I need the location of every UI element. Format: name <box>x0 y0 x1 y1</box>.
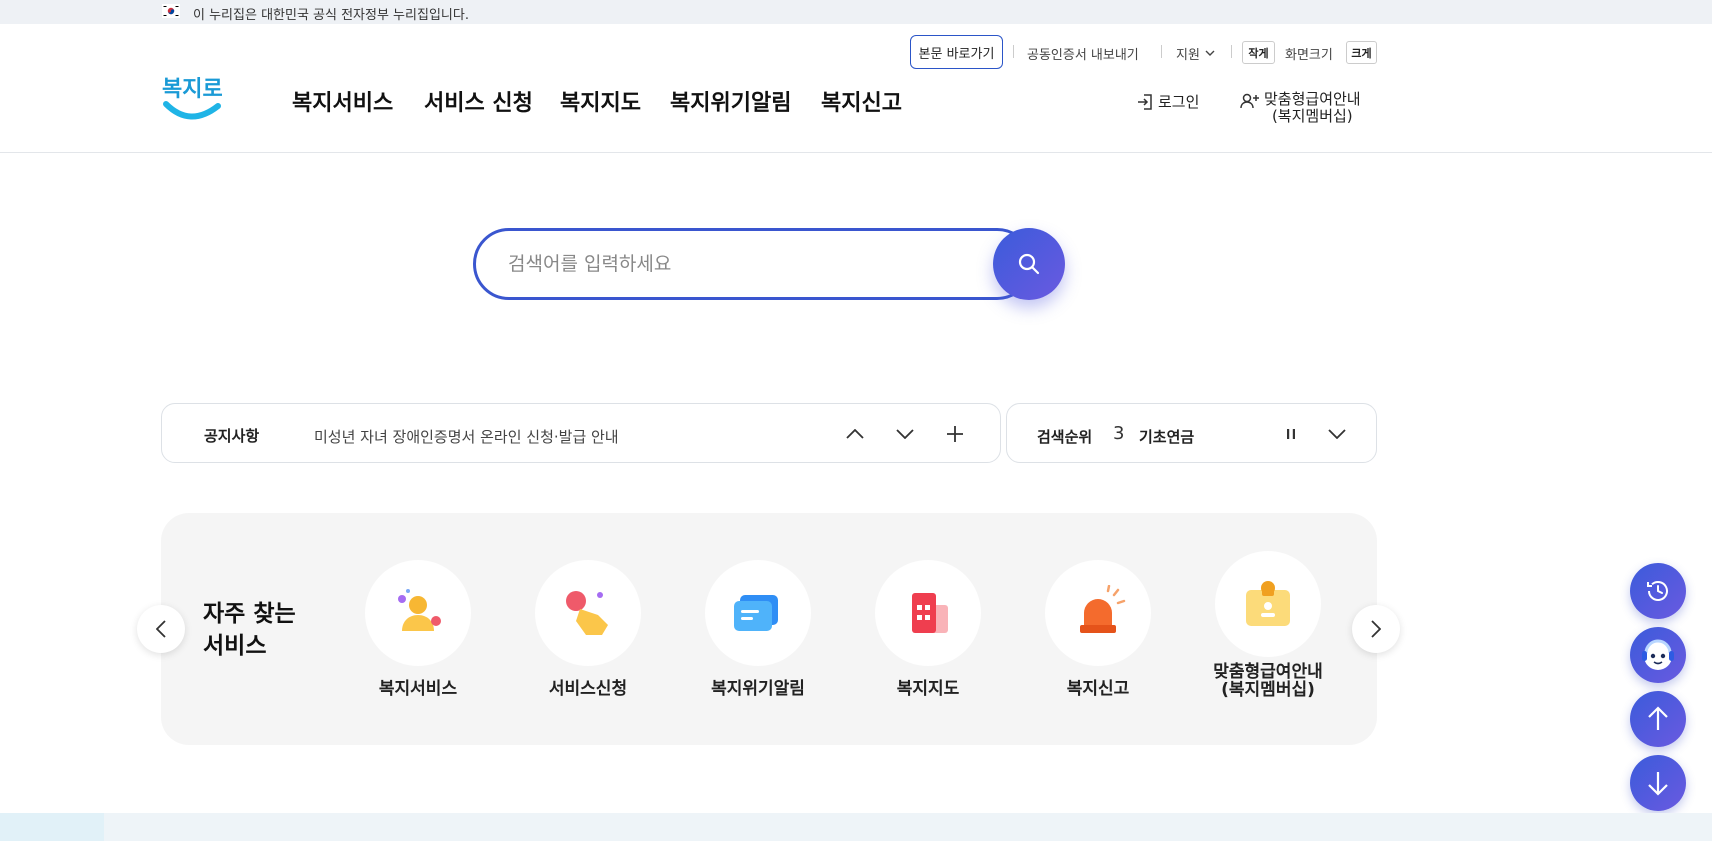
notice-prev-button[interactable] <box>841 420 869 448</box>
rank-expand-button[interactable] <box>1323 420 1351 448</box>
notice-next-button[interactable] <box>891 420 919 448</box>
plus-icon <box>947 426 963 442</box>
font-large-button[interactable]: 크게 <box>1346 41 1377 64</box>
gov-banner-text: 이 누리집은 대한민국 공식 전자정부 누리집입니다. <box>193 8 469 23</box>
divider <box>1161 45 1162 58</box>
font-small-button[interactable]: 작게 <box>1242 41 1275 64</box>
service-icon-circle <box>875 560 981 666</box>
service-name: 맞춤형급여안내 (복지멤버십) <box>1198 663 1338 699</box>
cert-export-link[interactable]: 공동인증서 내보내기 <box>1027 44 1139 63</box>
service-icon-circle <box>535 560 641 666</box>
support-label: 지원 <box>1176 48 1200 63</box>
service-icon-circle <box>1045 560 1151 666</box>
next-section-band <box>0 813 1712 841</box>
nav-crisis-alert[interactable]: 복지위기알림 <box>670 85 791 117</box>
chevron-down-icon <box>1205 50 1215 56</box>
badge-icon <box>1246 581 1290 626</box>
service-icon-circle <box>705 560 811 666</box>
service-membership[interactable]: 맞춤형급여안내 (복지멤버십) <box>1198 551 1338 699</box>
search-input[interactable] <box>508 249 948 279</box>
add-user-icon <box>1240 93 1259 109</box>
service-name: 복지신고 <box>1066 679 1130 699</box>
frequent-title-line2: 서비스 <box>203 633 267 659</box>
frequent-services-title: 자주 찾는 서비스 <box>203 598 296 662</box>
service-apply[interactable]: 서비스신청 <box>518 560 658 698</box>
chevron-down-icon <box>1328 429 1346 439</box>
skip-to-content-button[interactable]: 본문 바로가기 <box>910 35 1003 69</box>
notice-label: 공지사항 <box>204 427 260 445</box>
search-icon <box>1018 253 1040 275</box>
arrow-up-icon <box>1648 706 1668 730</box>
nav-welfare-map[interactable]: 복지지도 <box>560 85 641 117</box>
scroll-top-button[interactable] <box>1630 691 1686 747</box>
carousel-prev-button[interactable] <box>137 605 185 653</box>
membership-label-1: 맞춤형급여안내 <box>1264 90 1361 108</box>
chatbot-icon <box>1642 639 1674 670</box>
notice-item[interactable]: 미성년 자녀 장애인증명서 온라인 신청·발급 안내 <box>314 426 619 447</box>
divider <box>1013 45 1014 58</box>
font-size-label: 화면크기 <box>1285 48 1333 63</box>
service-name: 복지서비스 <box>378 679 458 699</box>
service-welfare[interactable]: 복지서비스 <box>348 560 488 698</box>
message-icon <box>734 595 778 631</box>
chevron-right-icon <box>1371 620 1381 638</box>
chevron-up-icon <box>846 429 864 439</box>
service-name-line2: (복지멤버십) <box>1221 680 1315 700</box>
nav-service-apply[interactable]: 서비스 신청 <box>424 85 533 117</box>
chevron-left-icon <box>156 620 166 638</box>
person-icon <box>398 589 441 631</box>
frequent-title-line1: 자주 찾는 <box>203 601 296 627</box>
recent-history-button[interactable] <box>1630 563 1686 619</box>
arrow-down-icon <box>1648 772 1668 796</box>
service-welfare-report[interactable]: 복지신고 <box>1028 560 1168 698</box>
service-icon-circle <box>1215 551 1321 657</box>
carousel-next-button[interactable] <box>1352 605 1400 653</box>
search-box <box>473 228 1033 300</box>
siren-icon <box>1080 585 1126 633</box>
login-label: 로그인 <box>1158 93 1200 111</box>
history-icon <box>1647 581 1668 601</box>
login-icon <box>1138 93 1152 110</box>
logo-icon: 복지로 <box>162 77 223 120</box>
header-divider <box>0 152 1712 153</box>
nav-welfare-service[interactable]: 복지서비스 <box>292 85 393 117</box>
bokjiro-logo[interactable]: 복지로 <box>160 70 223 126</box>
service-icon-circle <box>365 560 471 666</box>
service-name: 복지위기알림 <box>711 679 805 699</box>
membership-label-2: (복지멤버십) <box>1271 107 1353 125</box>
service-crisis-alert[interactable]: 복지위기알림 <box>688 560 828 698</box>
hand-tap-icon <box>566 591 608 635</box>
gov-banner: 이 누리집은 대한민국 공식 전자정부 누리집입니다. <box>0 0 1712 24</box>
notice-more-button[interactable] <box>941 420 969 448</box>
service-name: 서비스신청 <box>548 679 628 699</box>
membership-button[interactable]: 맞춤형급여안내 (복지멤버십) <box>1240 91 1361 125</box>
chevron-down-icon <box>896 429 914 439</box>
rank-keyword[interactable]: 기초연금 <box>1139 426 1194 447</box>
building-icon <box>912 593 948 633</box>
korea-flag-icon <box>162 4 180 18</box>
service-welfare-map[interactable]: 복지지도 <box>858 560 998 698</box>
nav-welfare-report[interactable]: 복지신고 <box>821 85 902 117</box>
login-button[interactable]: 로그인 <box>1136 91 1199 112</box>
service-name-line1: 맞춤형급여안내 <box>1213 662 1323 682</box>
divider <box>1231 45 1232 58</box>
rank-pause-button[interactable] <box>1277 420 1305 448</box>
search-rank-bar: 검색순위 3 기초연금 <box>1006 403 1377 463</box>
rank-label: 검색순위 <box>1037 428 1093 446</box>
chatbot-button[interactable] <box>1630 627 1686 683</box>
pause-icon <box>1287 429 1295 439</box>
rank-number: 3 <box>1113 423 1125 444</box>
search-button[interactable] <box>993 228 1065 300</box>
band-accent <box>0 813 104 841</box>
service-name: 복지지도 <box>896 679 960 699</box>
notice-bar: 공지사항 미성년 자녀 장애인증명서 온라인 신청·발급 안내 <box>161 403 1001 463</box>
support-menu[interactable]: 지원 <box>1176 44 1215 63</box>
scroll-bottom-button[interactable] <box>1630 755 1686 811</box>
svg-text:복지로: 복지로 <box>162 77 222 102</box>
